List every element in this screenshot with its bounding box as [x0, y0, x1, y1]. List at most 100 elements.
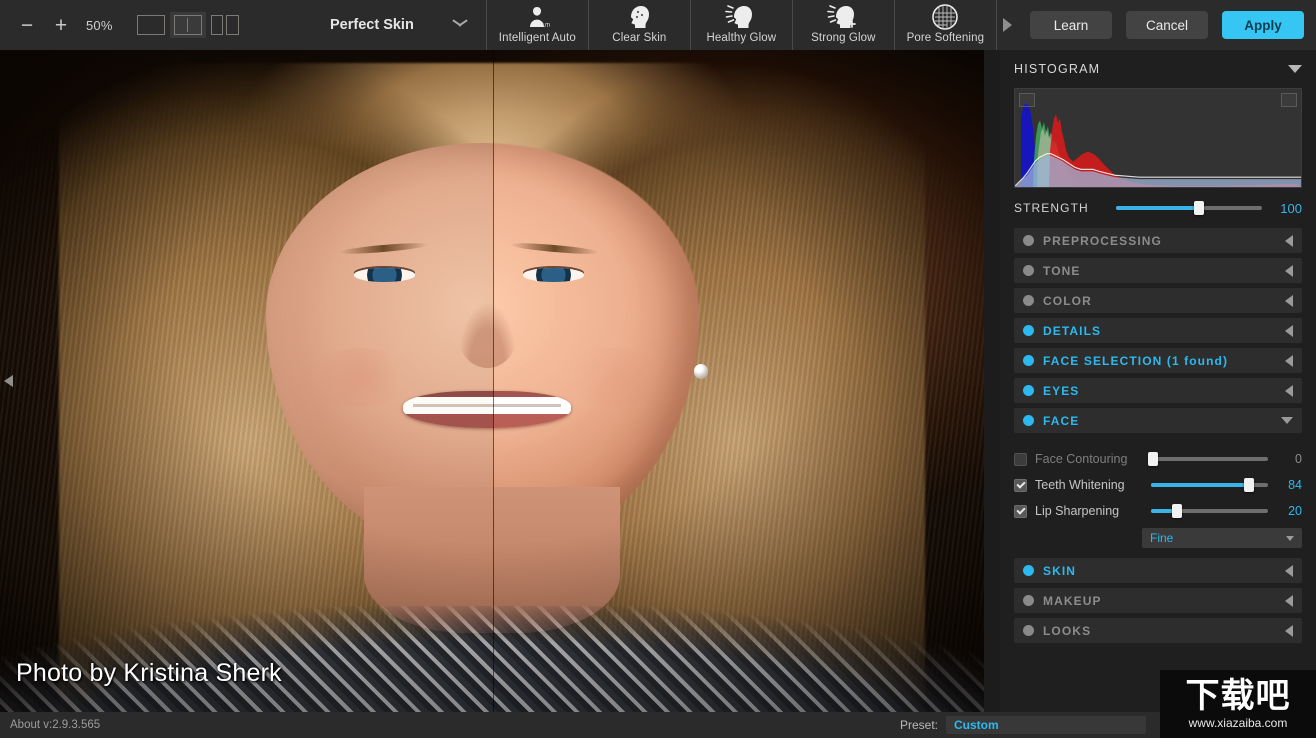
view-mode-split[interactable]	[169, 12, 206, 38]
triangle-left-icon	[3, 375, 13, 387]
section-color[interactable]: COLOR	[1014, 288, 1302, 313]
face-quality-select[interactable]: Fine	[1142, 528, 1302, 548]
section-face-selection[interactable]: FACE SELECTION (1 found)	[1014, 348, 1302, 373]
adjustments-panel: HISTOGRAM STRENGTH 100 PREPROCESSING TON…	[1000, 50, 1316, 712]
section-label: TONE	[1043, 263, 1081, 278]
view-mode-side-by-side[interactable]	[207, 12, 243, 38]
strength-slider[interactable]	[1116, 201, 1262, 215]
split-view-divider[interactable]	[493, 50, 494, 712]
strength-label: STRENGTH	[1014, 201, 1089, 215]
toggle-dot-face-selection[interactable]	[1023, 355, 1034, 366]
caret-left-icon[interactable]	[1285, 594, 1293, 607]
section-tone[interactable]: TONE	[1014, 258, 1302, 283]
toggle-dot-face[interactable]	[1023, 415, 1034, 426]
checkbox-teeth-whitening[interactable]	[1014, 478, 1027, 492]
section-label: FACE SELECTION (1 found)	[1043, 353, 1229, 368]
pore-grid-icon	[931, 2, 959, 32]
slider-face-contouring[interactable]	[1148, 452, 1268, 466]
face-clear-icon	[624, 2, 654, 32]
section-face[interactable]: FACE	[1014, 408, 1302, 433]
preset-tile-clear-skin[interactable]: Clear Skin	[589, 0, 691, 50]
section-label: FACE	[1043, 413, 1080, 428]
preset-tile-pore-softening[interactable]: Pore Softening	[895, 0, 997, 50]
toggle-dot-color[interactable]	[1023, 295, 1034, 306]
caret-down-icon[interactable]	[1286, 535, 1294, 541]
left-panel-toggle[interactable]	[1, 366, 15, 396]
checkbox-face-contouring[interactable]	[1014, 452, 1027, 466]
section-looks[interactable]: LOOKS	[1014, 618, 1302, 643]
cancel-button[interactable]: Cancel	[1126, 11, 1208, 39]
caret-left-icon[interactable]	[1285, 354, 1293, 367]
triangle-right-icon	[1003, 18, 1013, 32]
view-mode-single[interactable]	[133, 12, 169, 38]
caret-left-icon[interactable]	[1285, 294, 1293, 307]
preset-tile-strong-glow[interactable]: Strong Glow	[793, 0, 895, 50]
toggle-dot-details[interactable]	[1023, 325, 1034, 336]
control-lip-sharpening[interactable]: Lip Sharpening 20	[1014, 498, 1302, 524]
section-eyes[interactable]: EYES	[1014, 378, 1302, 403]
caret-left-icon[interactable]	[1285, 384, 1293, 397]
checkbox-lip-sharpening[interactable]	[1014, 504, 1027, 518]
caret-down-icon[interactable]	[1288, 65, 1302, 73]
toggle-dot-preprocessing[interactable]	[1023, 235, 1034, 246]
section-label: COLOR	[1043, 293, 1092, 308]
highlight-clipping-toggle[interactable]	[1281, 93, 1297, 107]
caret-down-icon[interactable]	[1281, 417, 1293, 424]
apply-button[interactable]: Apply	[1222, 11, 1304, 39]
section-preprocessing[interactable]: PREPROCESSING	[1014, 228, 1302, 253]
section-label: DETAILS	[1043, 323, 1102, 338]
control-value: 0	[1295, 452, 1302, 466]
view-mode-group	[133, 12, 243, 38]
section-label: EYES	[1043, 383, 1080, 398]
section-label: LOOKS	[1043, 623, 1092, 638]
section-details[interactable]: DETAILS	[1014, 318, 1302, 343]
toggle-dot-tone[interactable]	[1023, 265, 1034, 276]
caret-left-icon[interactable]	[1285, 324, 1293, 337]
toggle-dot-skin[interactable]	[1023, 565, 1034, 576]
about-version-label[interactable]: About v:2.9.3.565	[0, 719, 100, 731]
toggle-dot-looks[interactable]	[1023, 625, 1034, 636]
histogram-header[interactable]: HISTOGRAM	[1014, 50, 1302, 88]
preset-tile-label: Strong Glow	[811, 32, 876, 44]
presets-next-button[interactable]	[997, 0, 1019, 50]
control-face-contouring[interactable]: Face Contouring 0	[1014, 446, 1302, 472]
preset-tile-label: Intelligent Auto	[498, 32, 576, 44]
histogram-title: HISTOGRAM	[1014, 62, 1101, 76]
preset-select[interactable]: Custom	[946, 716, 1146, 734]
section-label: PREPROCESSING	[1043, 233, 1162, 248]
face-auto-icon: AUTO	[524, 2, 550, 32]
section-label: MAKEUP	[1043, 593, 1102, 608]
caret-left-icon[interactable]	[1285, 264, 1293, 277]
app-window: − + 50% Perfect Skin AUT Intelligent Aut…	[0, 0, 1316, 738]
preset-tile-healthy-glow[interactable]: Healthy Glow	[691, 0, 793, 50]
preset-tiles-group: AUTO Intelligent Auto Clear Skin	[485, 0, 1019, 50]
toggle-dot-eyes[interactable]	[1023, 385, 1034, 396]
module-selector[interactable]: Perfect Skin	[330, 0, 468, 50]
caret-left-icon[interactable]	[1285, 624, 1293, 637]
zoom-out-icon[interactable]: −	[10, 8, 44, 42]
after-image-pane[interactable]	[493, 50, 984, 712]
strength-control[interactable]: STRENGTH 100	[1014, 188, 1302, 228]
shadow-clipping-toggle[interactable]	[1019, 93, 1035, 107]
module-name-label: Perfect Skin	[330, 17, 414, 33]
image-canvas[interactable]: Photo by Kristina Sherk	[0, 50, 984, 712]
toggle-dot-makeup[interactable]	[1023, 595, 1034, 606]
zoom-in-icon[interactable]: +	[44, 8, 78, 42]
slider-lip-sharpening[interactable]	[1151, 504, 1268, 518]
before-image-pane[interactable]	[0, 50, 493, 712]
chevron-down-icon[interactable]	[452, 20, 468, 30]
control-teeth-whitening[interactable]: Teeth Whitening 84	[1014, 472, 1302, 498]
caret-left-icon[interactable]	[1285, 234, 1293, 247]
learn-button[interactable]: Learn	[1030, 11, 1112, 39]
svg-text:AUTO: AUTO	[539, 23, 550, 29]
face-strong-glow-icon	[826, 2, 860, 32]
slider-teeth-whitening[interactable]	[1151, 478, 1268, 492]
preset-tile-label: Pore Softening	[906, 32, 985, 44]
section-skin[interactable]: SKIN	[1014, 558, 1302, 583]
caret-left-icon[interactable]	[1285, 564, 1293, 577]
histogram-graph[interactable]	[1014, 88, 1302, 188]
preset-tile-intelligent-auto[interactable]: AUTO Intelligent Auto	[487, 0, 589, 50]
control-label: Teeth Whitening	[1035, 478, 1125, 492]
histogram-curves	[1015, 102, 1301, 187]
section-makeup[interactable]: MAKEUP	[1014, 588, 1302, 613]
